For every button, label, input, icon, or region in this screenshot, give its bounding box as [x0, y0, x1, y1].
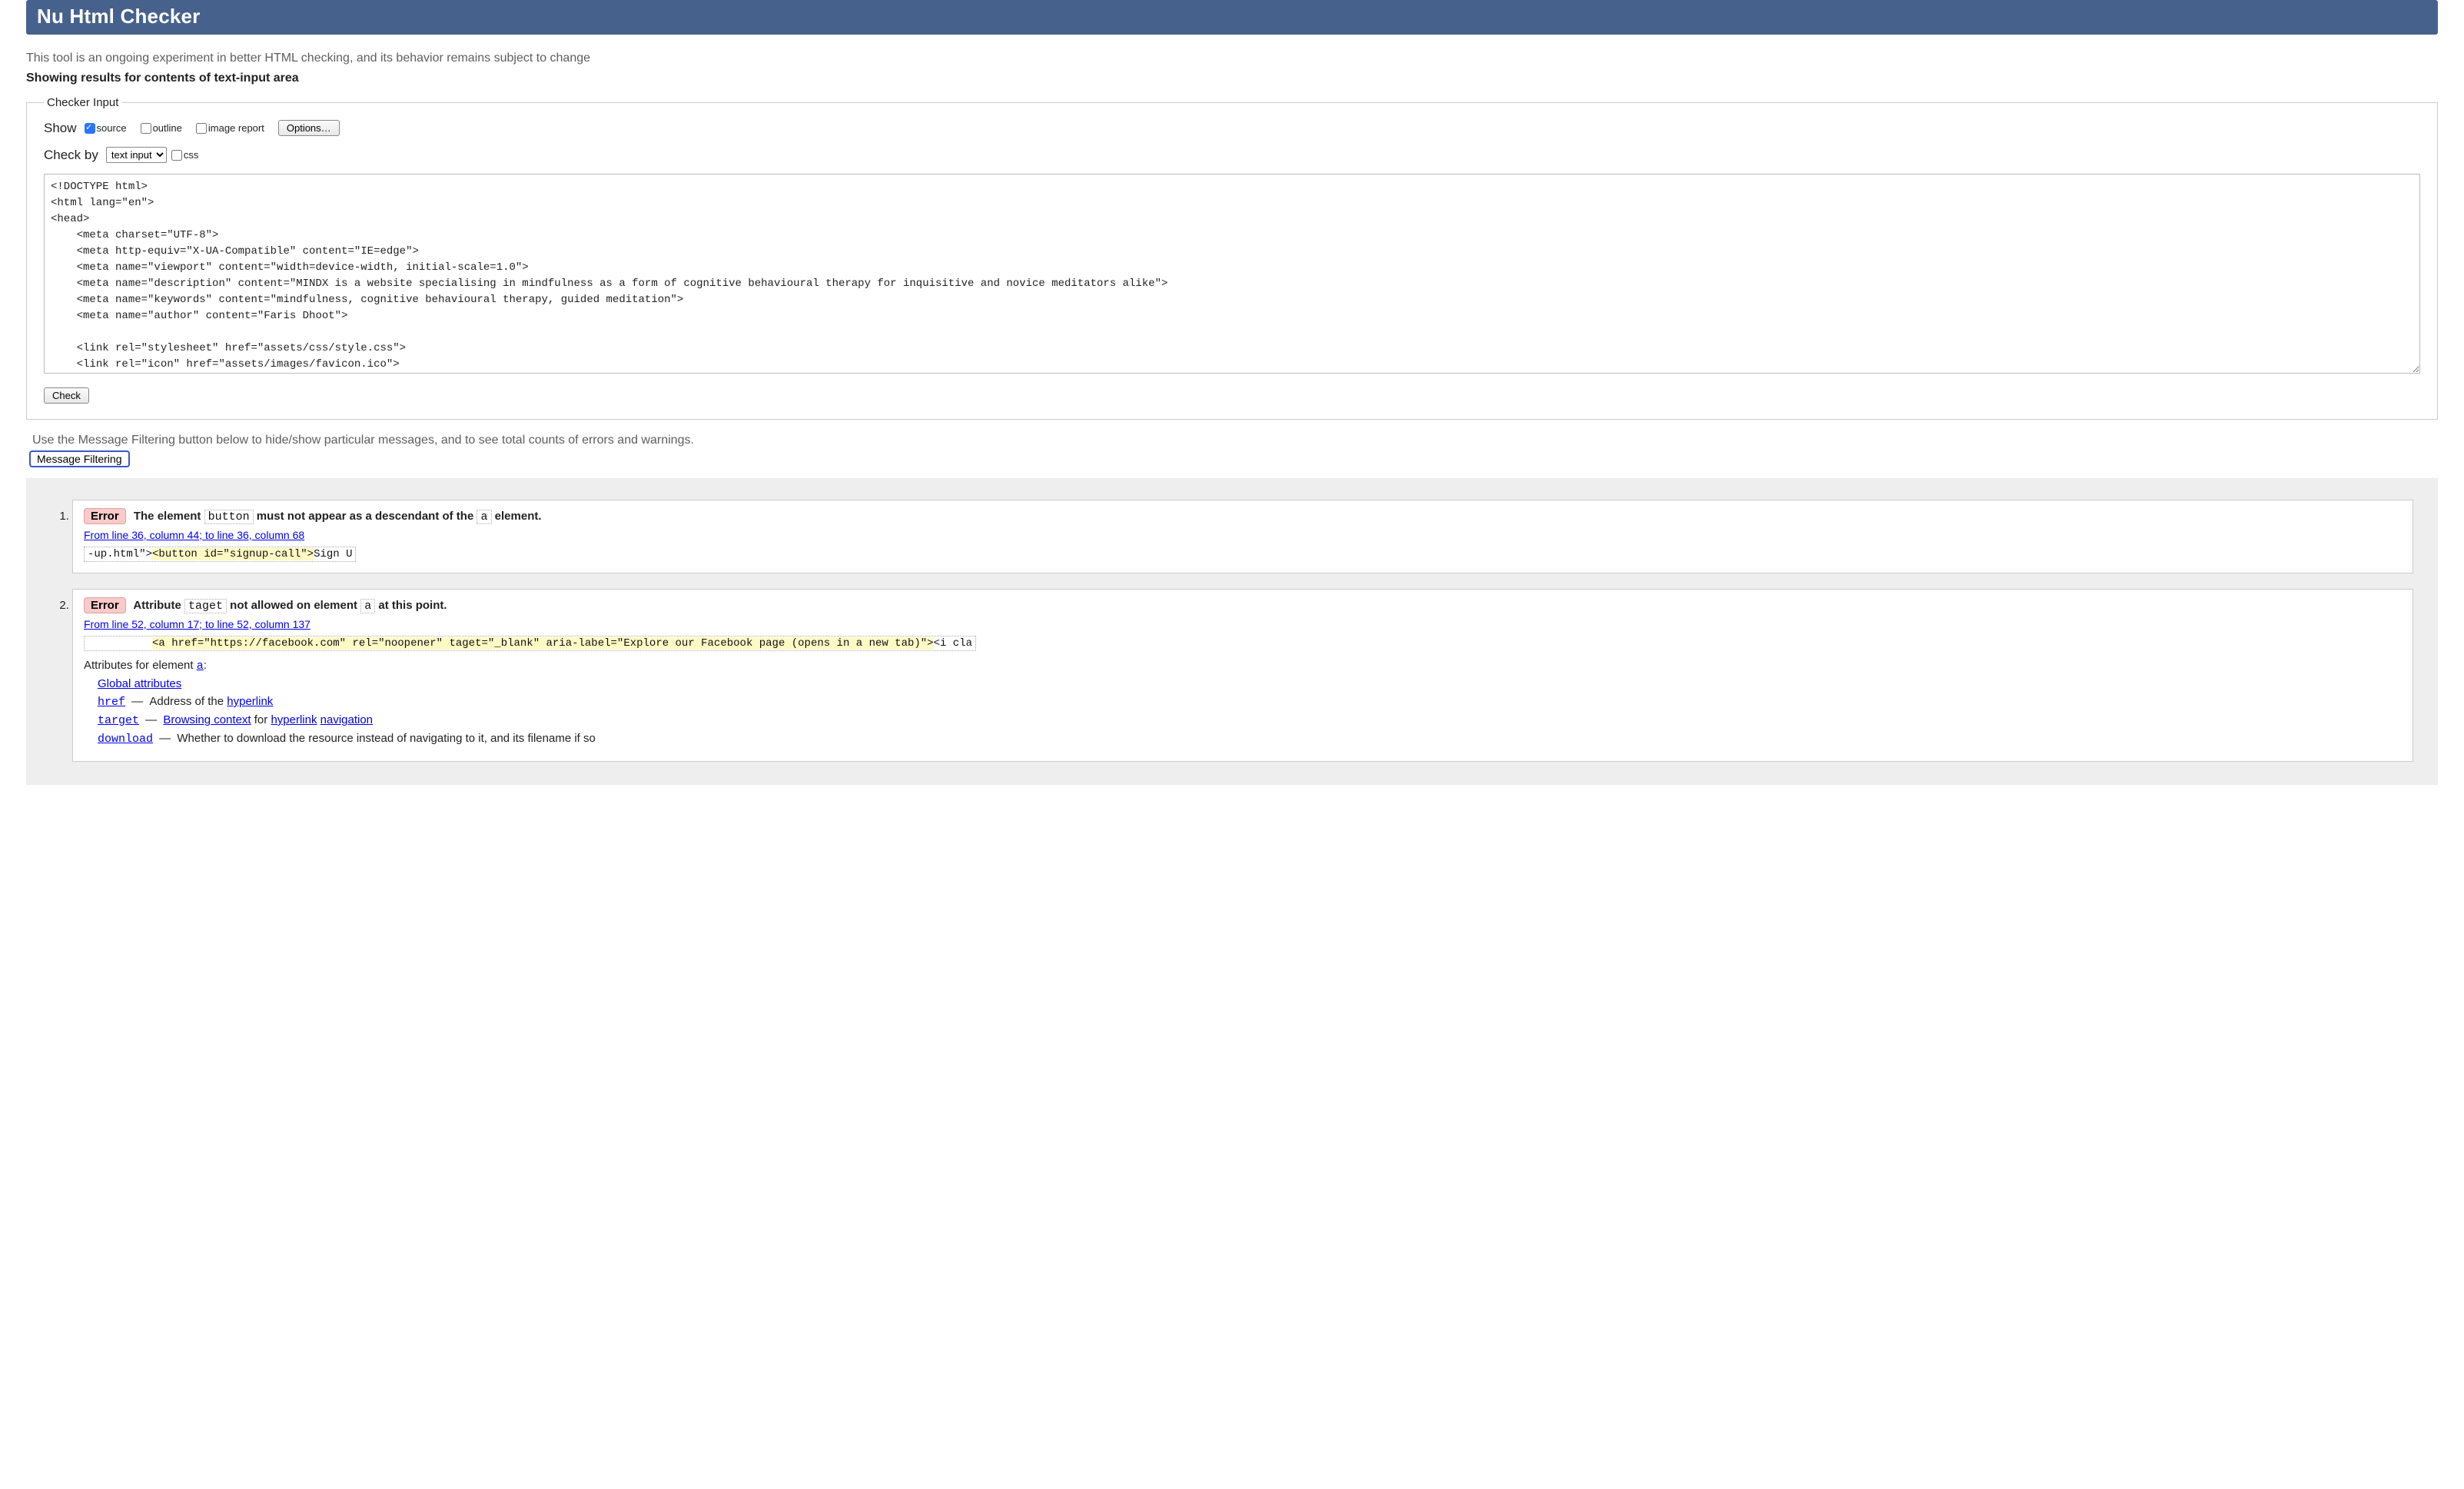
msg-text: element.: [492, 510, 542, 523]
snippet-post: <i cla: [934, 637, 972, 650]
checkby-select[interactable]: text input: [106, 147, 167, 163]
attr-desc: for: [251, 713, 271, 726]
css-label[interactable]: css: [184, 149, 199, 161]
checkby-label: Check by: [44, 148, 98, 163]
attr-item-download: download — Whether to download the resou…: [98, 732, 2402, 746]
location-link[interactable]: From line 52, column 17; to line 52, col…: [84, 618, 310, 630]
message-title: Error The element button must not appear…: [84, 508, 2402, 524]
show-image-report-wrap: image report: [196, 122, 264, 134]
code-snippet: -up.html"><button id="signup-call">Sign …: [84, 547, 356, 562]
show-image-report-checkbox[interactable]: [196, 123, 207, 134]
attr-desc: Address of the: [149, 695, 227, 708]
code-snippet: <a href="https://facebook.com" rel="noop…: [84, 636, 976, 651]
show-row: Show source outline image report Options…: [44, 120, 2420, 136]
fieldset-legend: Checker Input: [44, 96, 121, 109]
attr-list: Global attributes href — Address of the …: [98, 677, 2402, 746]
global-attributes-link[interactable]: Global attributes: [98, 677, 181, 690]
message-item: Error The element button must not appear…: [72, 500, 2413, 573]
show-source-checkbox[interactable]: [85, 123, 95, 134]
error-badge: Error: [84, 508, 126, 524]
snippet-post: Sign U: [314, 548, 352, 560]
navigation-link[interactable]: navigation: [320, 713, 373, 726]
show-label: Show: [44, 121, 77, 136]
source-textarea[interactable]: [44, 174, 2420, 374]
location-link[interactable]: From line 36, column 44; to line 36, col…: [84, 529, 304, 541]
message-title: Error Attribute taget not allowed on ele…: [84, 597, 2402, 613]
results-area: Error The element button must not appear…: [26, 478, 2438, 785]
css-checkbox[interactable]: [171, 150, 182, 161]
snippet-highlight: <a href="https://facebook.com" rel="noop…: [152, 637, 934, 650]
msg-text: The element: [134, 510, 204, 523]
snippet-highlight: <button id="signup-call">: [152, 548, 314, 560]
show-outline-label[interactable]: outline: [153, 122, 182, 134]
dash: —: [142, 713, 160, 726]
hyperlink-link[interactable]: hyperlink: [271, 713, 317, 726]
show-outline-wrap: outline: [141, 122, 182, 134]
snippet-pre: [88, 637, 152, 650]
hyperlink-link[interactable]: hyperlink: [227, 695, 273, 708]
attr-intro: Attributes for element a:: [84, 659, 2402, 673]
attr-intro-code[interactable]: a: [197, 660, 204, 673]
results-heading: Showing results for contents of text-inp…: [26, 71, 2438, 85]
css-wrap: css: [171, 149, 199, 161]
dash: —: [128, 695, 146, 708]
msg-text: Attribute: [133, 599, 184, 612]
page-header: Nu Html Checker: [26, 0, 2438, 35]
messages-list: Error The element button must not appear…: [29, 500, 2435, 762]
show-image-report-label[interactable]: image report: [208, 122, 264, 134]
attr-intro-text: Attributes for element: [84, 659, 197, 672]
message-item: Error Attribute taget not allowed on ele…: [72, 589, 2413, 762]
attr-item-target: target — Browsing context for hyperlink …: [98, 713, 2402, 727]
show-source-wrap: source: [85, 122, 127, 134]
attr-desc: Whether to download the resource instead…: [177, 732, 595, 745]
options-button[interactable]: Options…: [278, 120, 340, 136]
attr-name-link[interactable]: target: [98, 714, 139, 727]
page-title: Nu Html Checker: [37, 5, 2427, 28]
attr-intro-text: :: [204, 659, 207, 672]
msg-code: button: [204, 510, 254, 524]
msg-text: at this point.: [375, 599, 447, 612]
check-button[interactable]: Check: [44, 387, 89, 404]
attr-item-href: href — Address of the hyperlink: [98, 695, 2402, 709]
checkby-row: Check by text input css: [44, 147, 2420, 163]
error-badge: Error: [84, 597, 126, 613]
checker-input-fieldset: Checker Input Show source outline image …: [26, 96, 2438, 420]
msg-code: a: [360, 599, 375, 613]
filter-note: Use the Message Filtering button below t…: [32, 434, 2438, 447]
browsing-context-link[interactable]: Browsing context: [163, 713, 251, 726]
message-filtering-button[interactable]: Message Filtering: [29, 450, 130, 467]
dash: —: [156, 732, 174, 745]
msg-text: not allowed on element: [227, 599, 360, 612]
attr-name-link[interactable]: download: [98, 733, 153, 746]
msg-text: must not appear as a descendant of the: [254, 510, 477, 523]
show-outline-checkbox[interactable]: [141, 123, 151, 134]
show-source-label[interactable]: source: [97, 122, 127, 134]
attr-item-global: Global attributes: [98, 677, 2402, 690]
intro-note: This tool is an ongoing experiment in be…: [26, 52, 2438, 65]
snippet-pre: -up.html">: [88, 548, 152, 560]
msg-code: taget: [184, 599, 227, 613]
msg-code: a: [477, 510, 491, 524]
attr-name-link[interactable]: href: [98, 696, 125, 709]
